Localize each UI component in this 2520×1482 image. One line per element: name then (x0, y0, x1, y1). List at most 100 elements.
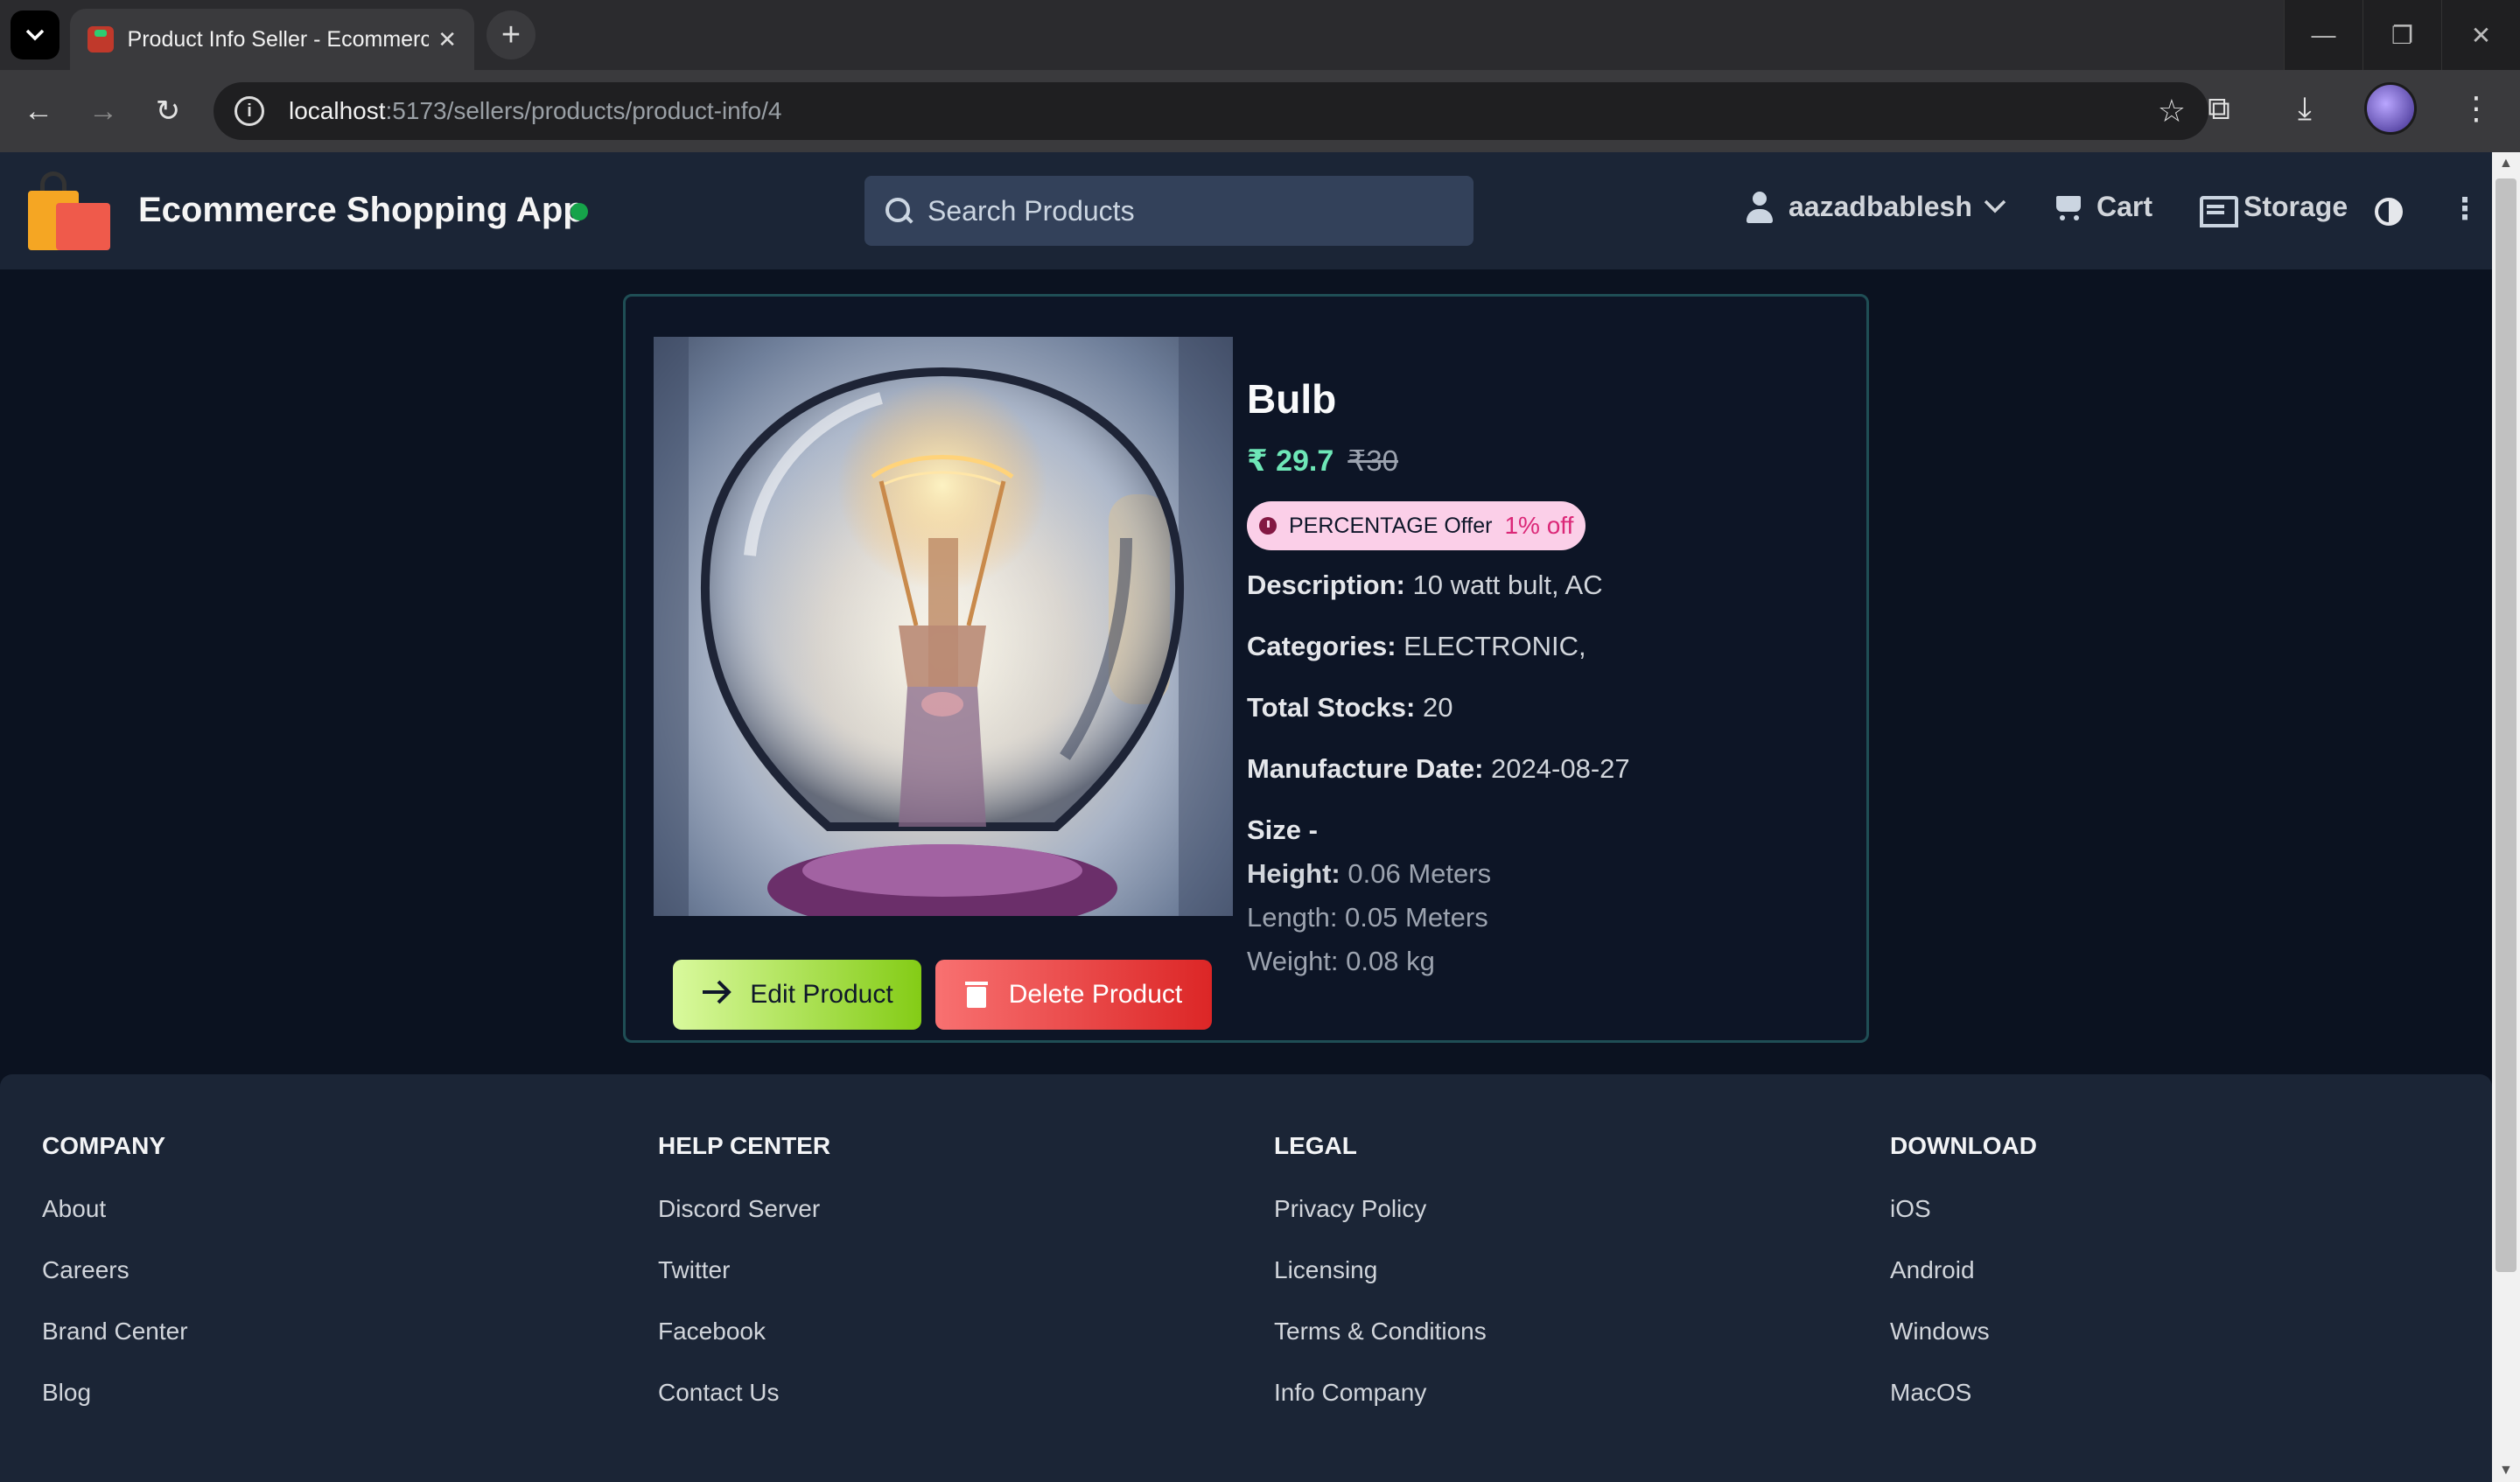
product-image (654, 337, 1233, 916)
trash-icon (964, 982, 988, 1008)
delete-product-label: Delete Product (1008, 980, 1183, 1009)
categories-row: Categories: ELECTRONIC, (1247, 631, 1842, 662)
arrow-right-icon (701, 976, 732, 1014)
footer-link-blog[interactable]: Blog (42, 1379, 188, 1407)
site-info-icon[interactable]: i (234, 96, 264, 126)
footer-link-contact[interactable]: Contact Us (658, 1379, 830, 1407)
profile-avatar[interactable] (2364, 82, 2417, 135)
scroll-down-icon[interactable]: ▼ (2499, 1463, 2513, 1479)
offer-type: PERCENTAGE Offer (1289, 513, 1493, 538)
manufacture-label: Manufacture Date: (1247, 753, 1484, 784)
weight-row: Weight: 0.08 kg (1247, 946, 1435, 976)
stocks-label: Total Stocks: (1247, 692, 1416, 723)
warehouse-icon (2200, 192, 2238, 227)
footer-link-macos[interactable]: MacOS (1890, 1379, 2037, 1407)
chevron-down-icon (25, 29, 45, 41)
footer-link-licensing[interactable]: Licensing (1274, 1256, 1487, 1284)
offer-value: 1% off (1504, 512, 1574, 539)
extensions-icon[interactable]: ⧉ (2193, 82, 2245, 135)
site-footer: COMPANY About Careers Brand Center Blog … (0, 1074, 2492, 1482)
manufacture-row: Manufacture Date: 2024-08-27 (1247, 753, 1842, 785)
footer-heading-legal: LEGAL (1274, 1132, 1357, 1159)
footer-link-ios[interactable]: iOS (1890, 1195, 2037, 1223)
tab-search-button[interactable] (10, 10, 60, 59)
search-input[interactable] (928, 194, 1452, 227)
footer-column-company: COMPANY About Careers Brand Center Blog (42, 1132, 188, 1440)
shopping-bag-logo-icon[interactable] (28, 171, 110, 250)
window-controls: — ❐ ✕ (2284, 0, 2520, 70)
theme-toggle-icon[interactable] (2375, 198, 2403, 226)
page-scrollbar[interactable]: ▲ ▼ (2492, 152, 2520, 1482)
user-menu[interactable]: aazadbablesh (1746, 191, 2007, 223)
back-icon[interactable]: ← (12, 85, 65, 137)
chevron-down-icon (1983, 193, 2007, 220)
edit-product-button[interactable]: Edit Product (673, 960, 921, 1030)
browser-menu-icon[interactable]: ⋮ (2450, 82, 2502, 135)
window-close-icon[interactable]: ✕ (2441, 0, 2520, 70)
footer-column-help: HELP CENTER Discord Server Twitter Faceb… (658, 1132, 830, 1440)
footer-heading-company: COMPANY (42, 1132, 166, 1159)
footer-link-info-company[interactable]: Info Company (1274, 1379, 1487, 1407)
clock-icon (1259, 517, 1277, 535)
product-info: Bulb ₹ 29.7 ₹30 PERCENTAGE Offer 1% off … (1247, 375, 1842, 977)
url-text[interactable]: localhost:5173/sellers/products/product-… (289, 97, 781, 125)
cart-link[interactable]: Cart (2053, 191, 2152, 223)
storage-label: Storage (2244, 191, 2348, 222)
new-tab-button[interactable]: + (486, 10, 536, 59)
footer-column-legal: LEGAL Privacy Policy Licensing Terms & C… (1274, 1132, 1487, 1440)
url-host: localhost (289, 97, 386, 124)
footer-link-careers[interactable]: Careers (42, 1256, 188, 1284)
restore-icon[interactable]: ❐ (2362, 0, 2441, 70)
search-icon (884, 196, 914, 226)
product-name: Bulb (1247, 376, 1337, 422)
scroll-up-icon[interactable]: ▲ (2499, 156, 2513, 171)
minimize-icon[interactable]: — (2284, 0, 2362, 70)
search-bar[interactable] (864, 176, 1474, 246)
app-header: Ecommerce Shopping App aazadbablesh Cart… (0, 152, 2492, 269)
categories-label: Categories: (1247, 631, 1396, 661)
stocks-value: 20 (1415, 692, 1453, 723)
cart-icon (2053, 192, 2084, 222)
offer-badge: PERCENTAGE Offer 1% off (1247, 501, 1586, 550)
description-value: 10 watt bult, AC (1404, 570, 1603, 600)
browser-tab-active[interactable]: Product Info Seller - Ecommerce Shopping… (70, 9, 474, 70)
footer-link-about[interactable]: About (42, 1195, 188, 1223)
footer-link-facebook[interactable]: Facebook (658, 1318, 830, 1346)
bookmark-star-icon[interactable]: ☆ (2158, 93, 2186, 129)
reload-icon[interactable]: ↻ (142, 85, 194, 137)
delete-product-button[interactable]: Delete Product (935, 960, 1212, 1030)
footer-link-terms[interactable]: Terms & Conditions (1274, 1318, 1487, 1346)
footer-link-privacy[interactable]: Privacy Policy (1274, 1195, 1487, 1223)
footer-link-twitter[interactable]: Twitter (658, 1256, 830, 1284)
sale-price: ₹ 29.7 (1247, 444, 1334, 478)
toolbar-right: ⧉ ⤓ ⋮ (2193, 82, 2502, 135)
height-label: Height: (1247, 858, 1340, 889)
scroll-thumb[interactable] (2496, 178, 2516, 1272)
app-title[interactable]: Ecommerce Shopping App (138, 191, 584, 230)
size-label: Size - (1247, 814, 1318, 845)
download-icon[interactable]: ⤓ (2278, 82, 2331, 135)
browser-toolbar: ← → ↻ i localhost:5173/sellers/products/… (0, 70, 2520, 152)
length-row: Length: 0.05 Meters (1247, 902, 1488, 933)
original-price: ₹30 (1348, 444, 1398, 477)
footer-column-download: DOWNLOAD iOS Android Windows MacOS (1890, 1132, 2037, 1440)
online-status-icon (570, 203, 588, 220)
url-path: :5173/sellers/products/product-info/4 (385, 97, 782, 124)
height-value: 0.06 Meters (1340, 858, 1492, 889)
footer-link-discord[interactable]: Discord Server (658, 1195, 830, 1223)
footer-link-brand-center[interactable]: Brand Center (42, 1318, 188, 1346)
manufacture-value: 2024-08-27 (1483, 753, 1630, 784)
product-card: Bulb ₹ 29.7 ₹30 PERCENTAGE Offer 1% off … (623, 294, 1869, 1043)
footer-link-windows[interactable]: Windows (1890, 1318, 2037, 1346)
height-row: Height: 0.06 Meters (1247, 858, 1842, 890)
price-row: ₹ 29.7 ₹30 (1247, 444, 1842, 479)
more-options-icon[interactable]: ⋮ (2450, 194, 2480, 224)
footer-link-android[interactable]: Android (1890, 1256, 2037, 1284)
storage-link[interactable]: Storage (2200, 191, 2348, 227)
edit-product-label: Edit Product (750, 980, 893, 1009)
close-icon[interactable]: ✕ (438, 26, 457, 53)
description-row: Description: 10 watt bult, AC (1247, 570, 1842, 601)
categories-value: ELECTRONIC, (1396, 631, 1586, 661)
address-bar[interactable]: i localhost:5173/sellers/products/produc… (214, 82, 2208, 140)
forward-icon[interactable]: → (77, 85, 130, 137)
